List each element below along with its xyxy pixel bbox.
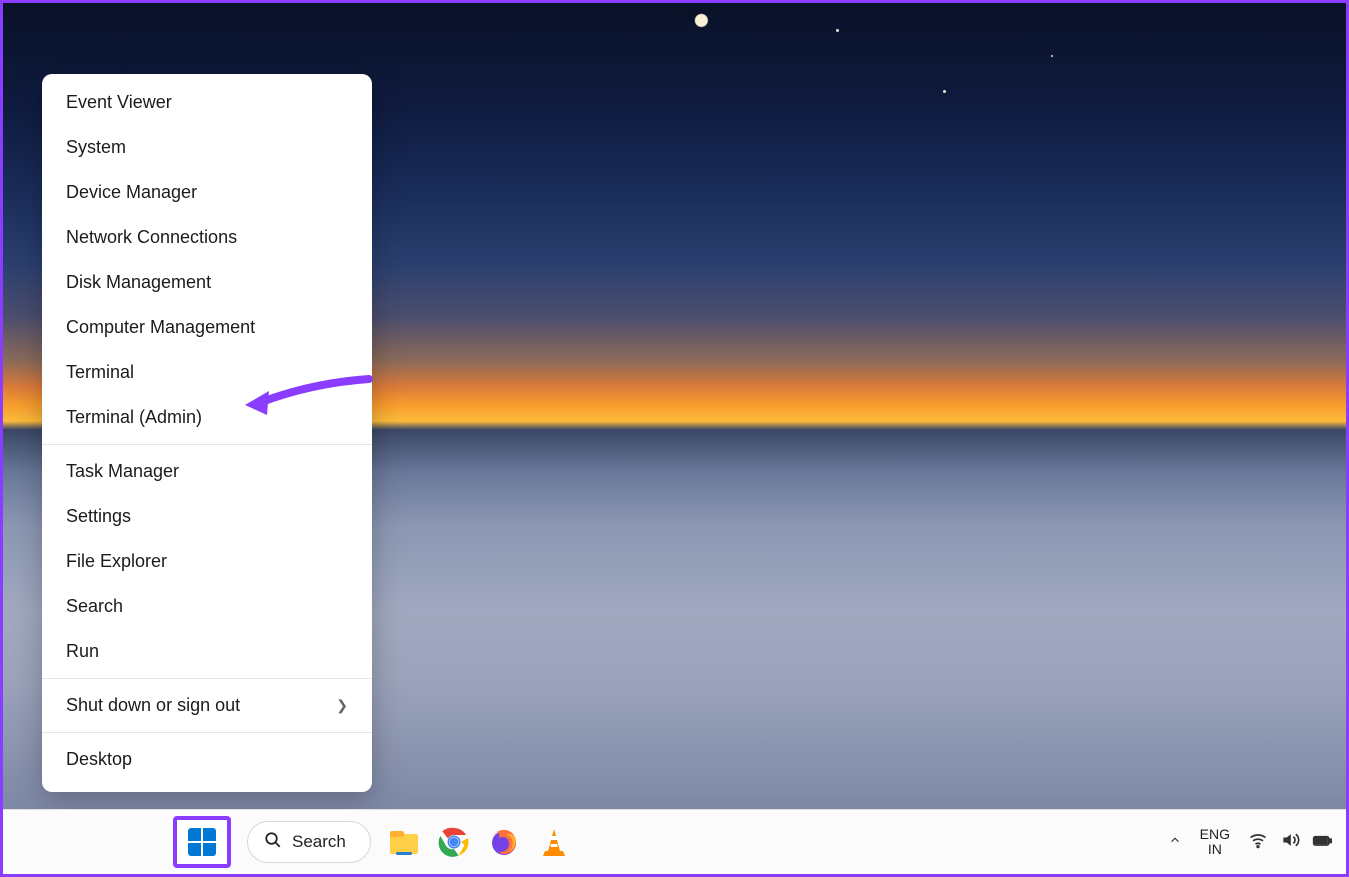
menu-item-disk-management[interactable]: Disk Management [42, 260, 372, 305]
battery-icon[interactable] [1312, 830, 1332, 855]
menu-item-run[interactable]: Run [42, 629, 372, 674]
taskbar-search[interactable]: Search [247, 821, 371, 863]
language-indicator[interactable]: ENG IN [1200, 827, 1230, 858]
start-button-highlight [173, 816, 231, 868]
menu-item-terminal-admin[interactable]: Terminal (Admin) [42, 395, 372, 440]
menu-item-device-manager[interactable]: Device Manager [42, 170, 372, 215]
winx-context-menu: Event Viewer System Device Manager Netwo… [42, 74, 372, 792]
menu-item-network-connections[interactable]: Network Connections [42, 215, 372, 260]
start-button[interactable] [188, 828, 216, 856]
menu-item-computer-management[interactable]: Computer Management [42, 305, 372, 350]
menu-item-file-explorer[interactable]: File Explorer [42, 539, 372, 584]
menu-separator [42, 444, 372, 445]
chevron-right-icon: ❯ [336, 697, 348, 714]
taskbar: Search ENG IN [3, 809, 1346, 874]
menu-item-search[interactable]: Search [42, 584, 372, 629]
menu-item-desktop[interactable]: Desktop [42, 737, 372, 782]
search-label: Search [292, 832, 346, 852]
wifi-icon[interactable] [1248, 830, 1268, 855]
taskbar-app-chrome[interactable] [437, 825, 471, 859]
menu-separator [42, 678, 372, 679]
menu-item-event-viewer[interactable]: Event Viewer [42, 80, 372, 125]
taskbar-app-file-explorer[interactable] [387, 825, 421, 859]
tray-overflow-button[interactable] [1168, 833, 1182, 852]
volume-icon[interactable] [1280, 830, 1300, 855]
menu-item-system[interactable]: System [42, 125, 372, 170]
search-icon [264, 831, 282, 854]
menu-item-shutdown-signout[interactable]: Shut down or sign out ❯ [42, 683, 372, 728]
menu-item-task-manager[interactable]: Task Manager [42, 449, 372, 494]
taskbar-app-firefox[interactable] [487, 825, 521, 859]
menu-separator [42, 732, 372, 733]
menu-item-settings[interactable]: Settings [42, 494, 372, 539]
taskbar-app-vlc[interactable] [537, 825, 571, 859]
menu-item-terminal[interactable]: Terminal [42, 350, 372, 395]
